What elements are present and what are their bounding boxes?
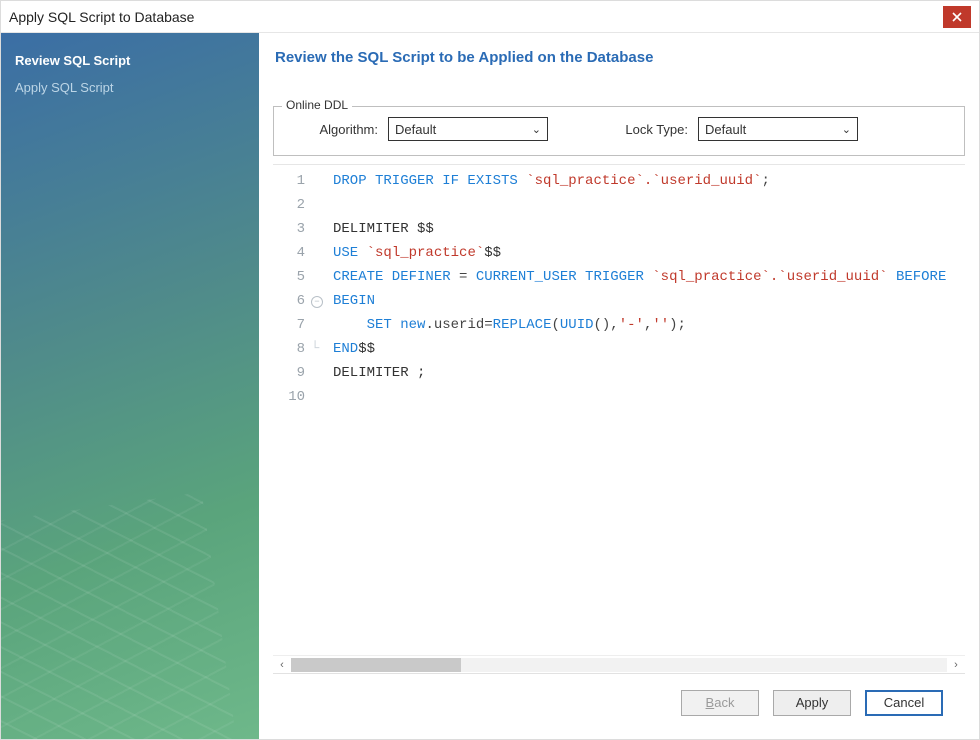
back-label-rest: ack: [714, 695, 734, 710]
algorithm-label: Algorithm:: [288, 122, 378, 137]
main-panel: Review the SQL Script to be Applied on t…: [259, 33, 979, 739]
horizontal-scrollbar[interactable]: ‹ ›: [273, 655, 965, 673]
sidebar-item-label: Review SQL Script: [15, 53, 130, 68]
line-number: 6: [273, 289, 305, 313]
fold-cell: [311, 169, 329, 193]
scroll-right-button[interactable]: ›: [947, 656, 965, 674]
scroll-thumb[interactable]: [291, 658, 461, 672]
code-line[interactable]: [333, 193, 965, 217]
titlebar: Apply SQL Script to Database: [1, 1, 979, 33]
lock-type-select[interactable]: Default ⌄: [698, 117, 858, 141]
fold-cell: −: [311, 289, 329, 313]
algorithm-value: Default: [395, 122, 436, 137]
back-button: Back: [681, 690, 759, 716]
apply-button[interactable]: Apply: [773, 690, 851, 716]
line-number: 3: [273, 217, 305, 241]
line-number-gutter: 12345678910: [273, 165, 311, 655]
fieldset-legend: Online DDL: [282, 98, 352, 112]
line-number: 1: [273, 169, 305, 193]
sidebar-step-apply[interactable]: Apply SQL Script: [1, 74, 259, 101]
code-line[interactable]: [333, 385, 965, 409]
code-line[interactable]: USE `sql_practice`$$: [333, 241, 965, 265]
page-heading: Review the SQL Script to be Applied on t…: [275, 49, 965, 66]
sql-editor[interactable]: 12345678910 −└ DROP TRIGGER IF EXISTS `s…: [273, 165, 965, 655]
fold-cell: [311, 361, 329, 385]
code-line[interactable]: END$$: [333, 337, 965, 361]
fold-cell: [311, 313, 329, 337]
dialog-body: Review SQL Script Apply SQL Script Revie…: [1, 33, 979, 739]
lock-type-label: Lock Type:: [598, 122, 688, 137]
fold-cell: [311, 385, 329, 409]
lock-type-value: Default: [705, 122, 746, 137]
apply-label: Apply: [796, 695, 829, 710]
window-title: Apply SQL Script to Database: [9, 9, 943, 25]
cancel-button[interactable]: Cancel: [865, 690, 943, 716]
close-button[interactable]: [943, 6, 971, 28]
line-number: 4: [273, 241, 305, 265]
code-area[interactable]: DROP TRIGGER IF EXISTS `sql_practice`.`u…: [329, 165, 965, 655]
chevron-down-icon: ⌄: [842, 123, 851, 136]
fold-cell: [311, 217, 329, 241]
code-line[interactable]: DROP TRIGGER IF EXISTS `sql_practice`.`u…: [333, 169, 965, 193]
fold-toggle-icon[interactable]: −: [311, 296, 323, 308]
line-number: 8: [273, 337, 305, 361]
online-ddl-fieldset: Online DDL Algorithm: Default ⌄ Lock Typ…: [273, 106, 965, 156]
wizard-sidebar: Review SQL Script Apply SQL Script: [1, 33, 259, 739]
chevron-down-icon: ⌄: [532, 123, 541, 136]
algorithm-select[interactable]: Default ⌄: [388, 117, 548, 141]
scroll-left-button[interactable]: ‹: [273, 656, 291, 674]
fold-cell: [311, 265, 329, 289]
cancel-label: Cancel: [884, 695, 924, 710]
line-number: 9: [273, 361, 305, 385]
ddl-row: Algorithm: Default ⌄ Lock Type: Default …: [288, 117, 950, 141]
close-icon: [952, 12, 962, 22]
fold-cell: [311, 193, 329, 217]
line-number: 5: [273, 265, 305, 289]
sql-editor-wrap: 12345678910 −└ DROP TRIGGER IF EXISTS `s…: [273, 164, 965, 673]
scroll-track[interactable]: [291, 658, 947, 672]
fold-cell: └: [311, 337, 329, 361]
line-number: 7: [273, 313, 305, 337]
code-line[interactable]: BEGIN: [333, 289, 965, 313]
code-line[interactable]: CREATE DEFINER = CURRENT_USER TRIGGER `s…: [333, 265, 965, 289]
dialog-window: Apply SQL Script to Database Review SQL …: [0, 0, 980, 740]
line-number: 2: [273, 193, 305, 217]
sidebar-item-label: Apply SQL Script: [15, 80, 114, 95]
sidebar-step-review[interactable]: Review SQL Script: [1, 47, 259, 74]
code-line[interactable]: DELIMITER ;: [333, 361, 965, 385]
code-line[interactable]: SET new.userid=REPLACE(UUID(),'-','');: [333, 313, 965, 337]
fold-column: −└: [311, 165, 329, 655]
line-number: 10: [273, 385, 305, 409]
code-line[interactable]: DELIMITER $$: [333, 217, 965, 241]
fold-cell: [311, 241, 329, 265]
dialog-footer: Back Apply Cancel: [273, 673, 965, 731]
